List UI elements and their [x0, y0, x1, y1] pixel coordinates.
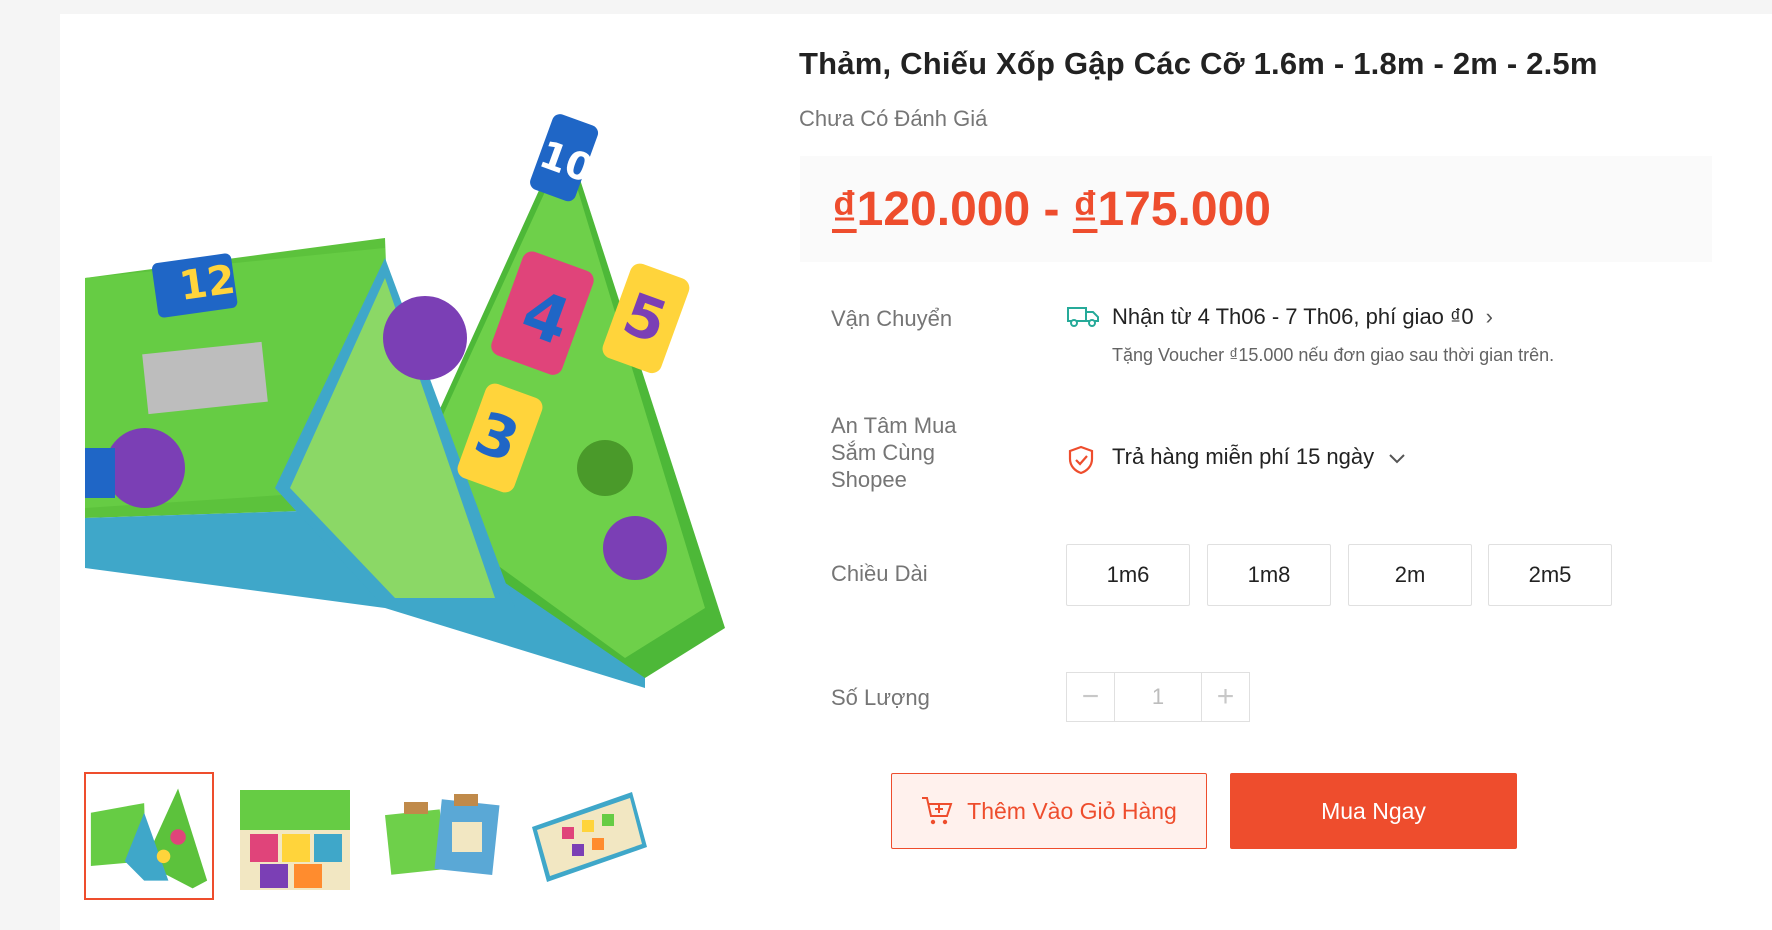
thumbnail-strip — [84, 760, 814, 900]
shield-check-icon — [1068, 445, 1094, 475]
return-policy[interactable]: Trả hàng miễn phí 15 ngày — [1112, 444, 1374, 470]
quantity-input[interactable]: 1 — [1115, 673, 1201, 721]
quantity-stepper: − 1 + — [1066, 672, 1250, 722]
chevron-right-icon: › — [1485, 304, 1493, 329]
add-to-cart-button[interactable]: Thêm Vào Giỏ Hàng — [891, 773, 1207, 849]
variant-option-2m[interactable]: 2m — [1348, 544, 1472, 606]
variant-option-1m6[interactable]: 1m6 — [1066, 544, 1190, 606]
currency-symbol: ₫ — [832, 183, 857, 236]
guarantee-label: An Tâm Mua Sắm Cùng Shopee — [831, 413, 957, 492]
add-to-cart-label: Thêm Vào Giỏ Hàng — [967, 797, 1177, 824]
variant-option-2m5[interactable]: 2m5 — [1488, 544, 1612, 606]
price-separator: - — [1030, 183, 1073, 236]
increase-quantity-button[interactable]: + — [1201, 673, 1249, 721]
shipping-estimate[interactable]: Nhận từ 4 Th06 - 7 Th06, phí giao ₫0 › — [1112, 304, 1493, 330]
rating-status: Chưa Có Đánh Giá — [799, 106, 988, 131]
shipping-voucher-note: Tặng Voucher ₫15.000 nếu đơn giao sau th… — [1112, 345, 1555, 365]
price-section: ₫120.000 - ₫175.000 — [800, 156, 1712, 262]
thumbnail-1[interactable] — [84, 772, 214, 900]
price-max: 175.000 — [1097, 183, 1271, 236]
variant-label: Chiều Dài — [831, 561, 928, 586]
thumbnail-2[interactable] — [230, 772, 360, 900]
shipping-label: Vận Chuyển — [831, 306, 953, 331]
price-min: 120.000 — [856, 183, 1031, 236]
shipping-estimate-text: Nhận từ 4 Th06 - 7 Th06, phí giao ₫0 — [1112, 304, 1474, 329]
variant-option-1m8[interactable]: 1m8 — [1207, 544, 1331, 606]
quantity-label: Số Lượng — [831, 685, 930, 710]
thumbnail-4[interactable] — [522, 772, 652, 900]
price-range: ₫120.000 - ₫175.000 — [832, 182, 1271, 237]
folded-play-mat-illustration: 12 4 3 5 10 — [85, 114, 725, 688]
svg-text:12: 12 — [177, 257, 239, 310]
add-cart-icon — [922, 797, 953, 825]
chevron-down-icon[interactable] — [1387, 448, 1407, 468]
product-main-image[interactable]: 12 4 3 5 10 — [85, 48, 807, 770]
currency-symbol: ₫ — [1072, 183, 1098, 236]
product-title: Thảm, Chiếu Xốp Gập Các Cỡ 1.6m - 1.8m -… — [799, 46, 1598, 81]
buy-now-button[interactable]: Mua Ngay — [1230, 773, 1517, 849]
decrease-quantity-button[interactable]: − — [1067, 673, 1115, 721]
thumbnail-3[interactable] — [376, 772, 506, 900]
truck-icon — [1067, 307, 1099, 327]
